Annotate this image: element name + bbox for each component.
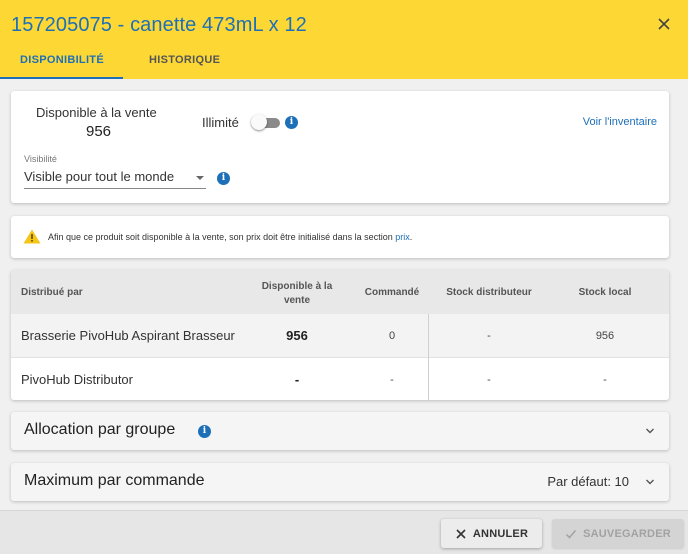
info-icon[interactable]: i — [217, 172, 230, 185]
table-header: Distribué par Disponible à la vente Comm… — [11, 270, 669, 314]
column-divider — [428, 314, 429, 400]
tab-historique[interactable]: HISTORIQUE — [123, 50, 220, 79]
distributor-name: Brasserie PivoHub Aspirant Brasseur — [21, 328, 235, 343]
dialog-title: 157205075 - canette 473mL x 12 — [11, 14, 307, 36]
info-icon[interactable]: i — [198, 425, 211, 438]
distributor-stock-value: - — [487, 373, 491, 386]
save-button[interactable]: SAUVEGARDER — [552, 519, 684, 548]
header-distributor-stock: Stock distributeur — [446, 287, 532, 298]
available-for-sale-value: 956 — [86, 123, 112, 140]
visibility-select[interactable]: Visible pour tout le monde — [24, 169, 206, 189]
close-icon — [658, 18, 670, 30]
header-distributor: Distribué par — [21, 287, 83, 298]
available-value: 956 — [286, 328, 308, 343]
table-row[interactable]: Brasserie PivoHub Aspirant Brasseur 956 … — [11, 314, 669, 357]
unlimited-label: Illimité — [202, 115, 239, 130]
visibility-select-value: Visible pour tout le monde — [24, 169, 175, 184]
price-warning-card: Afin que ce produit soit disponible à la… — [11, 216, 669, 258]
close-button[interactable] — [652, 12, 676, 36]
distributor-stock-value: - — [487, 329, 491, 342]
allocation-section[interactable]: Allocation par groupe i — [11, 412, 669, 450]
unlimited-toggle[interactable] — [251, 114, 280, 130]
dialog-footer: ANNULER SAUVEGARDER — [0, 510, 688, 554]
max-order-section[interactable]: Maximum par commande Par défaut: 10 — [11, 463, 669, 501]
local-stock-value: - — [603, 373, 607, 386]
header-ordered: Commandé — [364, 287, 420, 298]
visibility-label: Visibilité — [24, 154, 57, 164]
header-local-stock: Stock local — [578, 287, 632, 298]
max-order-default: Par défaut: 10 — [547, 474, 629, 489]
warning-text: Afin que ce produit soit disponible à la… — [48, 232, 412, 242]
warning-end: . — [409, 232, 413, 242]
ordered-value: 0 — [388, 329, 396, 342]
cancel-button[interactable]: ANNULER — [441, 519, 542, 548]
price-section-link[interactable]: prix — [395, 232, 410, 242]
header-available: Disponible à la vente — [261, 281, 333, 306]
chevron-down-icon — [646, 479, 654, 485]
available-value: - — [294, 372, 300, 387]
view-inventory-link[interactable]: Voir l'inventaire — [583, 116, 657, 128]
chevron-down-icon — [646, 428, 654, 434]
max-order-title: Maximum par commande — [24, 472, 205, 489]
warning-message: Afin que ce produit soit disponible à la… — [48, 232, 396, 242]
check-icon — [566, 529, 577, 539]
warning-icon — [23, 229, 41, 244]
cancel-label: ANNULER — [472, 527, 529, 540]
available-for-sale-label: Disponible à la vente — [36, 105, 157, 120]
ordered-value: - — [390, 373, 394, 386]
distribution-table: Distribué par Disponible à la vente Comm… — [11, 270, 669, 400]
tab-disponibilite[interactable]: DISPONIBILITÉ — [0, 50, 123, 79]
info-icon[interactable]: i — [285, 116, 298, 129]
allocation-title: Allocation par groupe — [24, 421, 176, 438]
availability-card: Disponible à la vente 956 Illimité i Voi… — [11, 91, 669, 203]
table-row[interactable]: PivoHub Distributor - - - - — [11, 357, 669, 400]
local-stock-value: 956 — [595, 329, 615, 342]
tab-bar: DISPONIBILITÉ HISTORIQUE — [0, 50, 220, 79]
save-label: SAUVEGARDER — [583, 527, 671, 540]
close-icon — [456, 528, 466, 539]
dialog-header: 157205075 - canette 473mL x 12 DISPONIBI… — [0, 0, 688, 79]
distributor-name: PivoHub Distributor — [21, 372, 133, 387]
toggle-thumb — [251, 114, 267, 130]
dropdown-arrow-icon — [196, 176, 204, 180]
